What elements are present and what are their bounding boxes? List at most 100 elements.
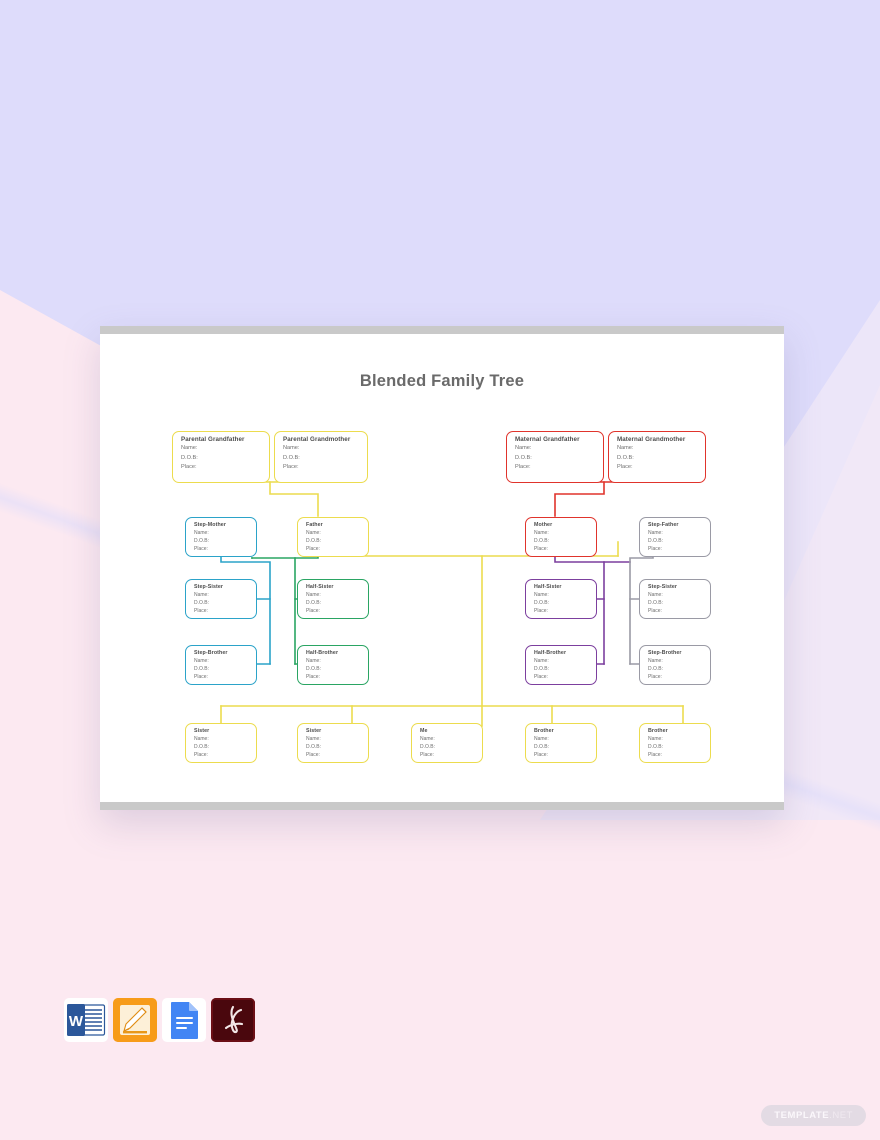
document-bottom-bar — [100, 802, 784, 810]
node-field-place: Place: — [534, 546, 548, 553]
node-me[interactable]: Me Name: D.O.B: Place: — [411, 723, 483, 763]
node-brother-1[interactable]: Brother Name: D.O.B: Place: — [525, 723, 597, 763]
node-field-place: Place: — [534, 608, 548, 615]
node-field-name: Name: — [306, 658, 321, 665]
node-mother[interactable]: Mother Name: D.O.B: Place: — [525, 517, 597, 557]
node-field-place: Place: — [648, 546, 662, 553]
node-step-sister-left[interactable]: Step-Sister Name: D.O.B: Place: — [185, 579, 257, 619]
node-role: Maternal Grandmother — [617, 436, 686, 443]
node-sister-2[interactable]: Sister Name: D.O.B: Place: — [297, 723, 369, 763]
node-field-dob: D.O.B: — [534, 666, 550, 673]
node-role: Half-Brother — [534, 650, 567, 656]
node-field-name: Name: — [534, 592, 549, 599]
node-field-place: Place: — [648, 752, 662, 759]
node-role: Parental Grandfather — [181, 436, 245, 443]
node-field-dob: D.O.B: — [306, 538, 322, 545]
node-field-dob: D.O.B: — [648, 538, 664, 545]
node-field-name: Name: — [617, 445, 634, 452]
apple-pages-icon[interactable] — [113, 998, 157, 1042]
node-step-brother-left[interactable]: Step-Brother Name: D.O.B: Place: — [185, 645, 257, 685]
node-field-place: Place: — [306, 752, 320, 759]
node-field-name: Name: — [194, 592, 209, 599]
node-role: Step-Sister — [194, 584, 224, 590]
template-watermark: TEMPLATE.NET — [761, 1105, 866, 1126]
node-parental-grandfather[interactable]: Parental Grandfather Name: D.O.B: Place: — [172, 431, 270, 483]
node-field-name: Name: — [534, 530, 549, 537]
node-father[interactable]: Father Name: D.O.B: Place: — [297, 517, 369, 557]
node-field-name: Name: — [194, 736, 209, 743]
node-field-place: Place: — [306, 608, 320, 615]
node-step-father[interactable]: Step-Father Name: D.O.B: Place: — [639, 517, 711, 557]
node-half-brother-left[interactable]: Half-Brother Name: D.O.B: Place: — [297, 645, 369, 685]
node-field-name: Name: — [306, 736, 321, 743]
node-field-dob: D.O.B: — [648, 600, 664, 607]
node-role: Step-Father — [648, 522, 679, 528]
node-field-dob: D.O.B: — [534, 600, 550, 607]
node-role: Half-Brother — [306, 650, 339, 656]
node-role: Father — [306, 522, 323, 528]
node-step-brother-right[interactable]: Step-Brother Name: D.O.B: Place: — [639, 645, 711, 685]
node-field-place: Place: — [534, 674, 548, 681]
node-field-dob: D.O.B: — [306, 666, 322, 673]
node-field-dob: D.O.B: — [194, 666, 210, 673]
node-field-name: Name: — [515, 445, 532, 452]
watermark-tld: .NET — [829, 1110, 853, 1121]
node-field-dob: D.O.B: — [648, 744, 664, 751]
node-role: Step-Mother — [194, 522, 226, 528]
node-maternal-grandfather[interactable]: Maternal Grandfather Name: D.O.B: Place: — [506, 431, 604, 483]
node-field-name: Name: — [648, 658, 663, 665]
family-tree-diagram: Parental Grandfather Name: D.O.B: Place:… — [100, 334, 784, 802]
adobe-pdf-icon[interactable] — [211, 998, 255, 1042]
node-field-place: Place: — [181, 464, 197, 471]
node-half-brother-right[interactable]: Half-Brother Name: D.O.B: Place: — [525, 645, 597, 685]
node-step-sister-right[interactable]: Step-Sister Name: D.O.B: Place: — [639, 579, 711, 619]
node-field-name: Name: — [194, 658, 209, 665]
node-role: Maternal Grandfather — [515, 436, 580, 443]
node-field-place: Place: — [515, 464, 531, 471]
node-field-name: Name: — [306, 592, 321, 599]
node-field-dob: D.O.B: — [181, 454, 198, 461]
node-field-place: Place: — [194, 546, 208, 553]
google-docs-icon[interactable] — [162, 998, 206, 1042]
watermark-brand: TEMPLATE — [774, 1110, 830, 1121]
node-role: Step-Brother — [648, 650, 682, 656]
node-half-sister-left[interactable]: Half-Sister Name: D.O.B: Place: — [297, 579, 369, 619]
node-role: Me — [420, 728, 428, 734]
node-role: Brother — [534, 728, 554, 734]
node-field-place: Place: — [194, 608, 208, 615]
node-field-name: Name: — [181, 445, 198, 452]
document-page: Blended Family Tree Parental Grandfather… — [100, 334, 784, 802]
node-role: Sister — [194, 728, 210, 734]
node-field-name: Name: — [648, 530, 663, 537]
node-field-dob: D.O.B: — [283, 454, 300, 461]
node-field-name: Name: — [283, 445, 300, 452]
node-field-place: Place: — [420, 752, 434, 759]
node-field-place: Place: — [648, 608, 662, 615]
microsoft-word-icon[interactable]: W — [64, 998, 108, 1042]
node-role: Step-Sister — [648, 584, 678, 590]
node-field-dob: D.O.B: — [194, 538, 210, 545]
node-field-dob: D.O.B: — [194, 744, 210, 751]
node-role: Mother — [534, 522, 553, 528]
node-field-place: Place: — [306, 546, 320, 553]
node-role: Step-Brother — [194, 650, 228, 656]
node-role: Half-Sister — [306, 584, 334, 590]
file-format-icons: W — [64, 998, 255, 1042]
node-sister-1[interactable]: Sister Name: D.O.B: Place: — [185, 723, 257, 763]
node-field-dob: D.O.B: — [648, 666, 664, 673]
node-role: Parental Grandmother — [283, 436, 351, 443]
node-field-place: Place: — [306, 674, 320, 681]
node-maternal-grandmother[interactable]: Maternal Grandmother Name: D.O.B: Place: — [608, 431, 706, 483]
node-role: Sister — [306, 728, 322, 734]
node-step-mother[interactable]: Step-Mother Name: D.O.B: Place: — [185, 517, 257, 557]
node-field-dob: D.O.B: — [420, 744, 436, 751]
node-brother-2[interactable]: Brother Name: D.O.B: Place: — [639, 723, 711, 763]
node-field-name: Name: — [306, 530, 321, 537]
node-parental-grandmother[interactable]: Parental Grandmother Name: D.O.B: Place: — [274, 431, 368, 483]
node-half-sister-right[interactable]: Half-Sister Name: D.O.B: Place: — [525, 579, 597, 619]
node-field-name: Name: — [194, 530, 209, 537]
node-field-name: Name: — [534, 658, 549, 665]
node-field-place: Place: — [617, 464, 633, 471]
node-field-name: Name: — [648, 592, 663, 599]
node-field-place: Place: — [194, 674, 208, 681]
